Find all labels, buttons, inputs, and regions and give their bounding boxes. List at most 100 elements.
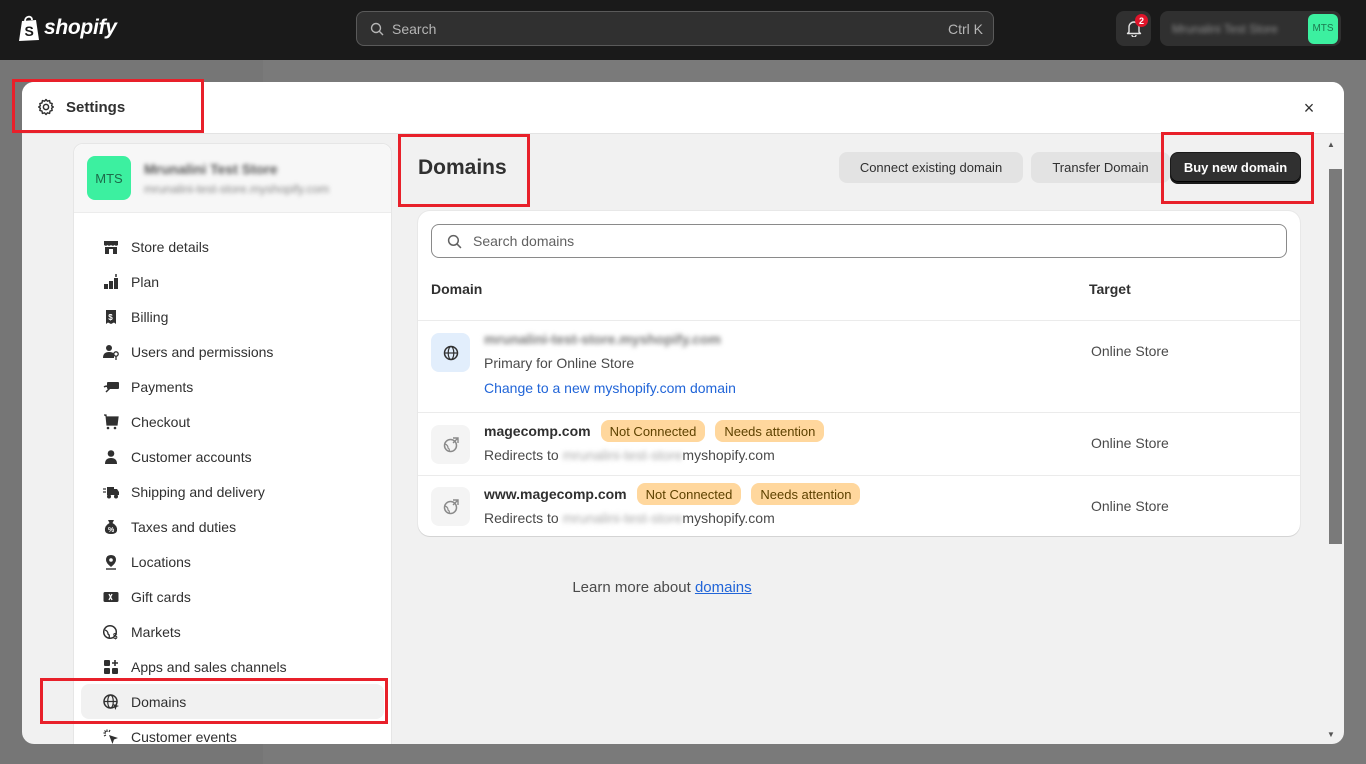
svg-text:%: % [108, 527, 115, 534]
search-shortcut: Ctrl K [948, 20, 983, 37]
sidebar-item-label: Customer events [131, 728, 237, 745]
status-badge-not-connected: Not Connected [600, 420, 706, 442]
notification-count-badge: 2 [1135, 14, 1148, 27]
redirect-prefix: Redirects to [484, 447, 559, 463]
search-domains-placeholder: Search domains [473, 233, 575, 249]
domain-row-icon [431, 333, 470, 372]
domain-row-content: magecomp.com Not Connected Needs attenti… [484, 420, 825, 463]
sidebar-item-taxes-and-duties[interactable]: % Taxes and duties [81, 509, 384, 544]
sidebar-item-store-details[interactable]: Store details [81, 229, 384, 264]
sidebar-item-customer-accounts[interactable]: Customer accounts [81, 439, 384, 474]
search-placeholder: Search [392, 20, 437, 37]
connect-existing-domain-button[interactable]: Connect existing domain [839, 152, 1023, 183]
sidebar-item-label: Locations [131, 553, 191, 570]
status-badge-needs-attention: Needs attention [751, 483, 861, 505]
redirect-prefix: Redirects to [484, 510, 559, 526]
page-title: Domains [418, 156, 507, 179]
domain-name: magecomp.com [484, 423, 591, 439]
sidebar-item-customer-events[interactable]: Customer events [81, 719, 384, 744]
transfer-domain-button[interactable]: Transfer Domain [1031, 152, 1170, 183]
redirect-suffix: myshopify.com [682, 510, 775, 526]
cursor-click-icon [102, 728, 120, 745]
account-menu-button[interactable]: Mrunalini Test Store MTS [1160, 11, 1341, 46]
svg-text:S: S [25, 23, 34, 39]
sidebar-item-domains[interactable]: Domains [81, 684, 384, 719]
sidebar-item-payments[interactable]: Payments [81, 369, 384, 404]
buy-new-domain-button[interactable]: Buy new domain [1170, 152, 1301, 183]
store-card[interactable]: MTS Mrunalini Test Store mrunalini-test-… [74, 144, 391, 213]
domain-row[interactable]: www.magecomp.com Not Connected Needs att… [418, 475, 1300, 536]
redirect-hidden: mrunalini-test-store [562, 510, 683, 526]
domain-row-content: www.magecomp.com Not Connected Needs att… [484, 483, 861, 526]
domain-row[interactable]: magecomp.com Not Connected Needs attenti… [418, 412, 1300, 475]
settings-nav: Store details Plan $ Billing Users and p… [74, 213, 391, 744]
search-domains-input[interactable]: Search domains [431, 224, 1287, 258]
location-icon [102, 553, 120, 571]
markets-icon: $ [102, 623, 120, 641]
sidebar-item-label: Shipping and delivery [131, 483, 265, 500]
domain-name: www.magecomp.com [484, 486, 627, 502]
column-header-target[interactable]: Target [1089, 281, 1131, 297]
shopify-logo[interactable]: S shopify [18, 14, 117, 42]
domain-redirect: Redirects to mrunalini-test-storemyshopi… [484, 510, 860, 526]
domain-target: Online Store [1091, 498, 1169, 514]
domain-name-line: magecomp.com Not Connected Needs attenti… [484, 420, 825, 442]
search-icon [447, 234, 462, 248]
sidebar-item-users-and-permissions[interactable]: Users and permissions [81, 334, 384, 369]
top-bar: S shopify Search Ctrl K 2 Mrunalini Test… [0, 0, 1366, 60]
store-url: mrunalini-test-store.myshopify.com [144, 181, 330, 196]
close-button[interactable]: × [1298, 97, 1320, 119]
sidebar-item-label: Payments [131, 378, 194, 395]
sidebar-item-checkout[interactable]: Checkout [81, 404, 384, 439]
domain-name: mrunalini-test-store.myshopify.com [484, 331, 722, 347]
domain-row-icon [431, 487, 470, 526]
close-icon: × [1303, 97, 1315, 118]
scroll-up-arrow[interactable]: ▲ [1326, 140, 1336, 149]
learn-more: Learn more about domains [22, 579, 1302, 596]
notifications-button[interactable]: 2 [1116, 11, 1151, 46]
domain-redirect: Redirects to mrunalini-test-storemyshopi… [484, 447, 824, 463]
store-avatar: MTS [87, 156, 131, 200]
plan-icon [102, 273, 120, 291]
billing-icon: $ [102, 308, 120, 326]
sidebar-item-label: Checkout [131, 413, 191, 430]
sidebar-item-locations[interactable]: Locations [81, 544, 384, 579]
settings-title: Settings [66, 98, 126, 116]
globe-icon [443, 345, 458, 360]
learn-more-text: Learn more about [572, 579, 691, 596]
change-myshopify-domain-link[interactable]: Change to a new myshopify.com domain [484, 380, 736, 396]
globe-icon [102, 693, 120, 711]
status-badge-not-connected: Not Connected [636, 483, 742, 505]
sidebar-item-billing[interactable]: $ Billing [81, 299, 384, 334]
modal-title: Settings [37, 98, 125, 116]
account-name: Mrunalini Test Store [1172, 21, 1278, 36]
globe-external-icon [443, 436, 459, 452]
global-search[interactable]: Search Ctrl K [356, 11, 994, 46]
sidebar-item-shipping-and-delivery[interactable]: Shipping and delivery [81, 474, 384, 509]
store-name: Mrunalini Test Store [144, 160, 278, 177]
sidebar-item-apps-and-sales-channels[interactable]: Apps and sales channels [81, 649, 384, 684]
store-info: Mrunalini Test Store mrunalini-test-stor… [144, 161, 329, 196]
sidebar-item-plan[interactable]: Plan [81, 264, 384, 299]
settings-sidebar: MTS Mrunalini Test Store mrunalini-test-… [73, 143, 392, 744]
brand-name: shopify [44, 16, 117, 39]
domain-name-line: www.magecomp.com Not Connected Needs att… [484, 483, 861, 505]
scrollbar-thumb[interactable] [1329, 169, 1342, 544]
store-icon [102, 238, 120, 256]
sidebar-item-label: Apps and sales channels [131, 658, 287, 675]
payments-icon [102, 378, 120, 396]
redirect-suffix: myshopify.com [682, 447, 775, 463]
sidebar-item-label: Billing [131, 308, 169, 325]
column-header-domain[interactable]: Domain [431, 281, 482, 297]
learn-more-domains-link[interactable]: domains [695, 579, 752, 596]
sidebar-item-markets[interactable]: $ Markets [81, 614, 384, 649]
sidebar-item-label: Users and permissions [131, 343, 274, 360]
globe-external-icon [443, 498, 459, 514]
scroll-down-arrow[interactable]: ▼ [1326, 730, 1336, 739]
sidebar-item-label: Customer accounts [131, 448, 252, 465]
truck-icon [102, 483, 120, 501]
domain-row[interactable]: mrunalini-test-store.myshopify.com Prima… [418, 320, 1300, 412]
sidebar-item-label: Domains [131, 693, 187, 710]
gear-icon [38, 98, 54, 116]
domain-subtitle: Primary for Online Store [484, 355, 635, 371]
